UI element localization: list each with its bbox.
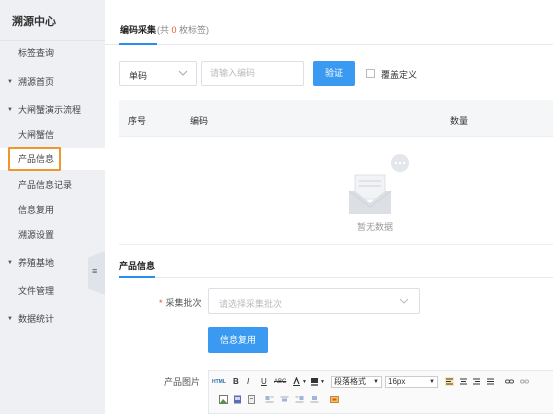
tag-count-suffix: 枚标签): [179, 25, 210, 35]
sidebar-collapse-button[interactable]: ≡: [88, 251, 105, 295]
sidebar-item-label: 文件管理: [18, 286, 55, 296]
sidebar-item-info-reuse[interactable]: 信息复用: [0, 199, 105, 221]
image-icon[interactable]: [219, 395, 228, 404]
caret-down-icon: ▼: [7, 316, 13, 322]
font-color-dropdown-icon[interactable]: ▼: [302, 376, 307, 388]
image-center-icon[interactable]: [310, 395, 319, 404]
override-checkbox[interactable]: [366, 69, 375, 78]
table-header: 序号 编码 数量: [119, 100, 553, 137]
sidebar: 溯源中心 标签查询 ▼ 溯源首页 ▼ 大闸蟹演示流程 大闸蟹信 产品信息 产品信…: [0, 0, 105, 414]
dropdown-arrow-icon: ▼: [429, 379, 435, 385]
batch-select[interactable]: 请选择采集批次: [208, 288, 420, 314]
chevron-down-icon: [178, 68, 188, 80]
sidebar-item-statistics[interactable]: ▼ 数据统计: [0, 308, 105, 330]
paragraph-format-value: 段落格式: [334, 377, 366, 386]
align-left-icon[interactable]: [445, 377, 454, 386]
chevron-down-icon: [399, 296, 409, 308]
align-justify-icon[interactable]: [486, 377, 495, 386]
sidebar-item-crab-info[interactable]: 大闸蟹信: [0, 124, 105, 146]
sidebar-item-label: 养殖基地: [18, 258, 55, 268]
bold-button[interactable]: B: [233, 376, 239, 388]
sidebar-item-label: 大闸蟹演示流程: [18, 105, 82, 115]
tab-code-collect[interactable]: 编码采集: [120, 23, 156, 36]
tag-count-number: 0: [171, 25, 177, 35]
image-float-right-icon[interactable]: [295, 395, 304, 404]
italic-button[interactable]: I: [247, 376, 249, 388]
caret-down-icon: ▼: [7, 260, 13, 266]
image-float-none-icon[interactable]: [280, 395, 289, 404]
sidebar-item-crab-demo[interactable]: ▼ 大闸蟹演示流程: [0, 99, 105, 121]
menu-collapse-icon: ≡: [92, 266, 98, 276]
unlink-icon[interactable]: [520, 377, 529, 386]
code-type-value: 单码: [129, 71, 148, 81]
batch-placeholder: 请选择采集批次: [219, 299, 283, 309]
highlight-box: [8, 147, 61, 171]
rich-text-editor[interactable]: HTML B I U ABC ▼ ▼ 段落格式 ▼ 16px ▼: [208, 370, 553, 414]
empty-data-icon: [348, 154, 409, 214]
batch-label: * 采集批次: [159, 296, 202, 309]
sidebar-title: 溯源中心: [12, 16, 56, 28]
highlight-dropdown-icon[interactable]: ▼: [320, 376, 325, 388]
main-content: 编码采集 (共 0 枚标签) 单码 请输入编码 验证 覆盖定义 序号 编码 数量…: [105, 0, 553, 414]
font-size-select[interactable]: 16px ▼: [385, 376, 438, 388]
tab-active-indicator: [119, 43, 157, 45]
highlight-color-icon[interactable]: [310, 377, 319, 386]
underline-button[interactable]: U: [261, 376, 267, 388]
section-divider: [119, 277, 553, 278]
emoticon-icon[interactable]: [330, 395, 339, 404]
batch-label-text: 采集批次: [165, 298, 202, 308]
caret-down-icon: ▼: [7, 79, 13, 85]
empty-data-text: 暂无数据: [357, 222, 394, 232]
section-active-indicator: [119, 276, 155, 278]
tag-count-prefix: (共: [157, 25, 169, 35]
override-label: 覆盖定义: [381, 70, 418, 80]
section-title-product-info: 产品信息: [119, 261, 156, 271]
sidebar-item-product-records[interactable]: 产品信息记录: [0, 174, 105, 196]
html-source-button[interactable]: HTML: [212, 376, 226, 388]
caret-down-icon: ▼: [7, 107, 13, 113]
sidebar-item-label: 产品信息记录: [18, 180, 73, 190]
verify-button[interactable]: 验证: [313, 61, 355, 86]
sidebar-item-label: 信息复用: [18, 205, 55, 215]
sidebar-item-label: 溯源设置: [18, 230, 55, 240]
sidebar-divider: [0, 40, 105, 41]
strikethrough-button[interactable]: ABC: [274, 376, 286, 388]
sidebar-item-label: 溯源首页: [18, 77, 55, 87]
column-header-code: 编码: [190, 116, 209, 126]
video-icon[interactable]: [233, 395, 242, 404]
link-icon[interactable]: [505, 377, 514, 386]
align-right-icon[interactable]: [472, 377, 481, 386]
product-image-label: 产品图片: [164, 377, 201, 387]
tab-bar: 编码采集 (共 0 枚标签): [105, 0, 553, 45]
sidebar-item-label: 大闸蟹信: [18, 130, 55, 140]
table-body: 暂无数据: [119, 137, 553, 245]
file-icon[interactable]: [247, 395, 256, 404]
sidebar-item-trace-settings[interactable]: 溯源设置: [0, 224, 105, 246]
image-float-left-icon[interactable]: [265, 395, 274, 404]
code-input[interactable]: 请输入编码: [201, 61, 304, 86]
column-header-quantity: 数量: [450, 116, 469, 126]
font-size-value: 16px: [388, 377, 406, 386]
sidebar-item-label: 标签查询: [18, 48, 55, 58]
sidebar-item-tag-query[interactable]: 标签查询: [0, 42, 105, 64]
required-mark: *: [159, 298, 163, 308]
sidebar-item-trace-home[interactable]: ▼ 溯源首页: [0, 71, 105, 93]
sidebar-item-label: 数据统计: [18, 314, 55, 324]
font-color-icon[interactable]: [292, 377, 301, 386]
align-center-icon[interactable]: [459, 377, 468, 386]
column-header-index: 序号: [128, 116, 147, 126]
dropdown-arrow-icon: ▼: [373, 379, 379, 385]
code-type-select[interactable]: 单码: [119, 61, 197, 86]
paragraph-format-select[interactable]: 段落格式 ▼: [331, 376, 382, 388]
tag-count: (共 0 枚标签): [157, 23, 209, 36]
info-reuse-button[interactable]: 信息复用: [208, 327, 268, 353]
